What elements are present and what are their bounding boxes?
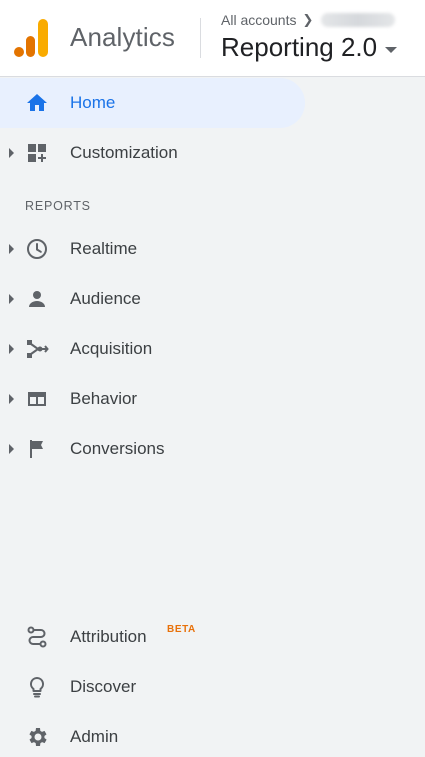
nav-label-conversions: Conversions [70, 439, 165, 458]
nav-item-discover[interactable]: Discover [0, 662, 425, 712]
breadcrumb: All accounts ❯ [221, 12, 396, 28]
nav-label-attribution: Attribution [70, 627, 147, 646]
home-icon [27, 94, 47, 111]
nav-item-acquisition[interactable]: Acquisition [0, 324, 425, 374]
nav-item-audience[interactable]: Audience [0, 274, 425, 324]
header-divider [200, 18, 201, 58]
chevron-right-icon: ❯ [302, 12, 314, 27]
product-name: Analytics [70, 22, 175, 52]
expand-arrow-icon[interactable] [9, 148, 14, 158]
nav-label-customization: Customization [70, 143, 178, 162]
nav-label-admin: Admin [70, 727, 119, 746]
person-icon [29, 291, 45, 307]
expand-arrow-icon[interactable] [9, 244, 14, 254]
nav-label-audience: Audience [70, 289, 141, 308]
nav-item-behavior[interactable]: Behavior [0, 374, 425, 424]
lightbulb-icon [29, 676, 45, 698]
section-heading-reports: REPORTS [25, 199, 91, 213]
nav-label-home: Home [70, 93, 116, 112]
nav-item-attribution[interactable]: Attribution [0, 612, 425, 662]
route-icon [27, 626, 47, 648]
analytics-app: Analytics All accounts ❯ Reporting 2.0 H… [0, 0, 425, 757]
caret-down-icon [385, 46, 398, 53]
analytics-logo-icon[interactable] [14, 18, 48, 58]
web-window-icon [28, 392, 46, 406]
merge-arrows-icon [27, 340, 49, 358]
nav-item-conversions[interactable]: Conversions [0, 424, 425, 474]
expand-arrow-icon[interactable] [9, 444, 14, 454]
view-picker[interactable]: Reporting 2.0 [221, 32, 398, 63]
nav-item-home[interactable]: Home [0, 78, 305, 128]
nav-item-admin[interactable]: Admin [0, 712, 425, 757]
expand-arrow-icon[interactable] [9, 344, 14, 354]
nav-item-realtime[interactable]: Realtime [0, 224, 425, 274]
view-name: Reporting 2.0 [221, 32, 378, 62]
top-header: Analytics All accounts ❯ Reporting 2.0 [0, 0, 425, 77]
nav-item-customization[interactable]: Customization [0, 128, 425, 178]
flag-icon [30, 440, 43, 458]
breadcrumb-all-accounts[interactable]: All accounts [221, 12, 296, 28]
nav-label-discover: Discover [70, 677, 137, 696]
expand-arrow-icon[interactable] [9, 394, 14, 404]
gear-icon [29, 728, 47, 746]
nav-label-acquisition: Acquisition [70, 339, 153, 358]
dashboard-add-icon [28, 144, 46, 162]
nav-label-realtime: Realtime [70, 239, 138, 258]
nav-label-behavior: Behavior [70, 389, 138, 408]
beta-badge: BETA [167, 624, 196, 635]
redacted-account-name[interactable] [321, 13, 396, 27]
expand-arrow-icon[interactable] [9, 294, 14, 304]
clock-icon [27, 239, 47, 259]
